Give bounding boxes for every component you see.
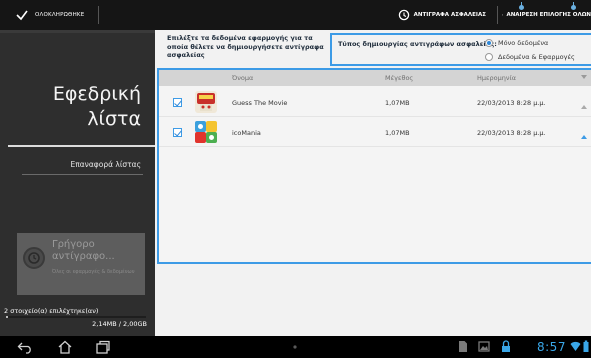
quick-backup-title-line: Γρήγορο [52,239,95,250]
row-checkbox[interactable] [173,98,182,107]
divider [22,174,143,175]
row-indicator-icon [581,135,587,139]
battery-icon [583,340,589,352]
wifi-icon [570,341,581,351]
row-checkbox[interactable] [173,128,182,137]
backup-label: ΑΝΤΙΓΡΑΦΑ ΑΣΦΑΛΕΙΑΣ [413,12,486,18]
radio-data-only[interactable]: Μόνο δεδομένα [485,39,548,47]
status-clock: 8:57 [537,340,566,354]
recent-apps-icon[interactable] [95,340,111,354]
backup-icon [398,9,409,21]
action-bar: ΟΛΟΚΛΗΡΩΘΗΚΕ ΑΝΤΙΓΡΑΦΑ ΑΣΦΑΛΕΙΑΣ ΑΝΑΙΡΕΣ… [0,0,591,30]
quick-backup-title: Γρήγορο αντίγραφο... [52,239,142,263]
callout-marker [519,5,524,10]
app-date: 22/03/2013 8:28 μ.μ. [477,129,546,137]
radio-data-and-apps[interactable]: Δεδομένα & Εφαρμογές [485,53,575,61]
radio-label: Δεδομένα & Εφαρμογές [498,53,575,61]
row-indicator-icon [581,105,587,109]
app-name: icoMania [232,129,261,137]
invert-selection-button[interactable]: ΑΝΑΙΡΕΣΗ ΕΠΙΛΟΓΗΣ ΟΛΩΝ [500,0,591,30]
backup-list-title: Εφεδρική λίστα [1,82,141,132]
app-size: 1,07MB [385,99,410,107]
radio-label: Μόνο δεδομένα [498,39,549,47]
divider [497,6,498,24]
title-line: λίστα [87,108,141,130]
table-row[interactable]: icoMania 1,07MB 22/03/2013 8:28 μ.μ. [159,118,591,147]
quick-backup-icon [23,247,45,269]
checkmark-icon [16,10,28,21]
size-info: 2,14MB / 2,00GB [92,320,147,328]
title-line: Εφεδρική [52,83,141,105]
column-header-name[interactable]: Όνομα [232,74,253,82]
callout-marker [571,5,576,10]
app-date: 22/03/2013 8:28 μ.μ. [477,99,546,107]
image-icon [478,341,490,352]
storage-bar-fill [6,316,8,318]
backup-button[interactable]: ΑΝΤΙΓΡΑΦΑ ΑΣΦΑΛΕΙΑΣ [314,0,492,30]
selected-count: 2 στοιχείο(α) επιλέχτηκε(αν) [4,307,99,315]
left-panel: Εφεδρική λίστα Επαναφορά λίστας Γρήγορο … [0,30,155,336]
radio-button[interactable] [485,53,493,61]
instruction-text: Επιλέξτε τα δεδομένα εφαρμογής για τα οπ… [167,34,324,59]
home-icon[interactable] [57,340,73,354]
panel-stripe [0,30,155,33]
icomania-app-icon [195,121,217,143]
invert-selection-icon [502,14,504,16]
app-name: Guess The Movie [232,99,288,107]
column-header-size[interactable]: Μέγεθος [385,74,413,82]
radio-button[interactable] [485,39,493,47]
back-icon[interactable] [17,340,33,354]
app-list: Όνομα Μέγεθος Ημερομηνία Guess The Movie… [157,68,591,264]
backup-type-label: Τύπος δημιουργίας αντιγράφων ασφαλείας: [338,40,497,48]
main-content: Επιλέξτε τα δεδομένα εφαρμογής για τα οπ… [155,30,591,336]
storage-bar [6,316,146,318]
system-nav-bar: 8:57 [0,336,591,358]
lock-icon [502,340,510,352]
divider [98,6,99,24]
menu-dot-icon[interactable] [293,345,297,349]
table-row[interactable]: Guess The Movie 1,07MB 22/03/2013 8:28 μ… [159,88,591,117]
done-button[interactable]: ΟΛΟΚΛΗΡΩΘΗΚΕ [0,0,98,30]
backup-type-panel: Τύπος δημιουργίας αντιγράφων ασφαλείας: … [330,33,591,66]
sort-arrow-icon[interactable] [581,75,587,79]
app-size: 1,07MB [385,129,410,137]
quick-backup-button[interactable]: Γρήγορο αντίγραφο... Όλες οι εφαρμογές &… [17,233,145,295]
invert-selection-label: ΑΝΑΙΡΕΣΗ ΕΠΙΛΟΓΗΣ ΟΛΩΝ [506,12,591,18]
restore-list-link[interactable]: Επαναφορά λίστας [20,160,141,169]
quick-backup-title-line: αντίγραφο... [52,251,115,262]
list-header: Όνομα Μέγεθος Ημερομηνία [159,70,591,86]
column-header-date[interactable]: Ημερομηνία [477,74,516,82]
done-label: ΟΛΟΚΛΗΡΩΘΗΚΕ [35,12,85,18]
guess-the-movie-app-icon [195,91,217,113]
document-icon [459,341,467,352]
quick-backup-subtitle: Όλες οι εφαρμογές & δεδομένων [52,269,135,275]
divider [8,145,155,147]
